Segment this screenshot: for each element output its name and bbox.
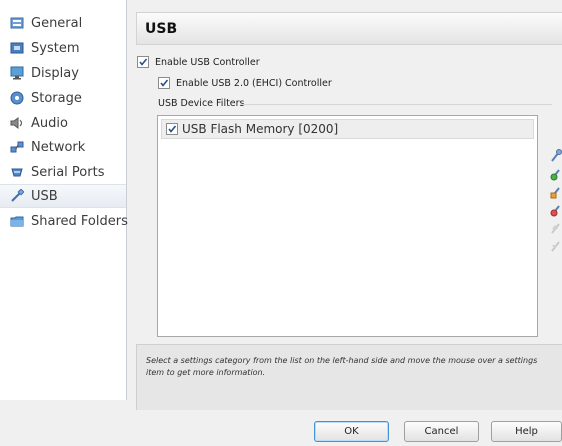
checkbox-box[interactable] [137,56,149,68]
sidebar-item-label: Shared Folders [31,213,128,229]
help-info-panel: Select a settings category from the list… [136,344,562,410]
sidebar-item-usb[interactable]: USB [0,184,126,208]
checkbox-box[interactable] [158,77,170,89]
page-header: USB [136,12,562,45]
move-up-icon [551,223,560,234]
add-from-device-icon [550,169,560,181]
sidebar-item-system[interactable]: System [0,36,126,60]
help-info-text: Select a settings category from the list… [146,356,538,377]
move-down-icon [551,241,560,252]
sidebar-item-label: Audio [31,115,68,131]
general-icon [10,17,24,29]
add-filter-icon [551,149,562,162]
sidebar-item-network[interactable]: Network [0,135,126,159]
sidebar-item-label: General [31,15,83,31]
sidebar-item-label: Network [31,139,86,155]
sidebar-item-label: System [31,40,80,56]
filter-enabled-checkbox[interactable] [166,123,178,135]
system-icon [10,42,24,54]
display-icon [10,66,24,80]
checkmark-icon [160,79,169,87]
enable-usb2-controller-checkbox[interactable]: Enable USB 2.0 (EHCI) Controller [158,77,332,89]
add-from-device-button[interactable] [550,166,562,181]
edit-filter-button[interactable] [550,184,562,199]
cancel-button[interactable]: Cancel [404,421,479,442]
sidebar-item-label: Display [31,65,79,81]
remove-filter-icon [550,205,560,217]
sidebar-item-audio[interactable]: Audio [0,111,126,135]
checkmark-icon [139,58,148,66]
sidebar-item-general[interactable]: General [0,11,126,35]
move-down-button[interactable] [550,238,562,252]
sidebar-item-serial-ports[interactable]: Serial Ports [0,160,126,184]
sidebar-item-label: Serial Ports [31,164,105,180]
usb-device-filters-label: USB Device Filters [158,98,245,109]
settings-category-list: General System Display Storage Audio Net… [0,0,128,400]
enable-usb2-controller-label: Enable USB 2.0 (EHCI) Controller [176,77,332,89]
usb-filter-list[interactable]: USB Flash Memory [0200] [157,115,538,337]
group-separator [240,104,552,105]
remove-filter-button[interactable] [550,202,562,217]
sidebar-item-shared-folders[interactable]: Shared Folders [0,209,128,233]
usb-icon [11,189,24,202]
sidebar-item-label: USB [31,188,58,204]
page-title: USB [145,20,178,37]
storage-icon [10,91,24,105]
network-icon [10,141,24,153]
move-up-button[interactable] [550,220,562,234]
checkmark-icon [168,125,177,133]
shared-folders-icon [10,216,24,227]
sidebar-item-storage[interactable]: Storage [0,86,126,110]
sidebar-item-display[interactable]: Display [0,61,126,85]
enable-usb-controller-label: Enable USB Controller [155,56,260,68]
help-button[interactable]: Help [491,421,562,442]
audio-icon [10,117,23,129]
add-filter-button[interactable] [550,148,562,162]
ok-button[interactable]: OK [314,421,389,442]
serial-ports-icon [11,168,23,177]
sidebar-item-label: Storage [31,90,82,106]
enable-usb-controller-checkbox[interactable]: Enable USB Controller [137,56,260,68]
edit-filter-icon [550,187,560,199]
filter-name: USB Flash Memory [0200] [182,122,339,136]
list-item[interactable]: USB Flash Memory [0200] [161,119,534,139]
